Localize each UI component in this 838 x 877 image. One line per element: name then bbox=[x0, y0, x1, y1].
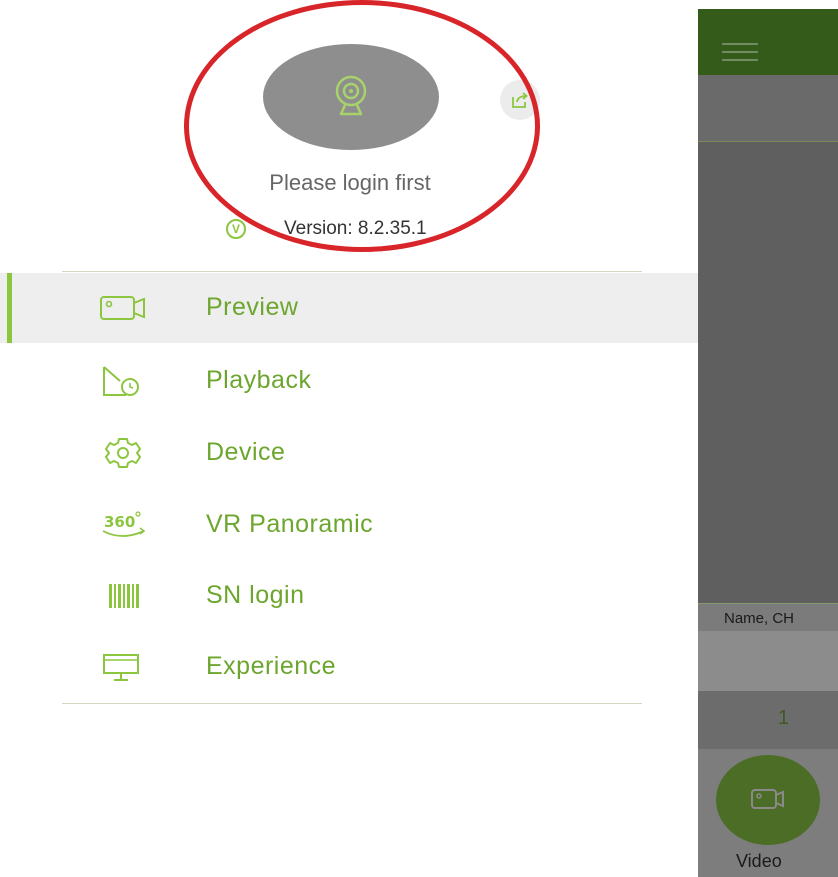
video-preview-area bbox=[698, 141, 838, 604]
share-icon bbox=[512, 92, 528, 108]
menu-item-playback[interactable]: Playback bbox=[0, 346, 698, 416]
version-label: Version: 8.2.35.1 bbox=[284, 218, 427, 239]
menu-label-sn-login: SN login bbox=[206, 581, 305, 609]
menu-label-playback: Playback bbox=[206, 366, 312, 394]
menu-item-device[interactable]: Device bbox=[0, 418, 698, 488]
menu-item-vr-panoramic[interactable]: 360 VR Panoramic bbox=[0, 490, 698, 560]
channel-tab-bar: Name, CH bbox=[698, 603, 838, 632]
menu-label-preview: Preview bbox=[206, 293, 299, 321]
hamburger-menu-icon[interactable] bbox=[722, 43, 758, 63]
camera-icon bbox=[751, 789, 784, 809]
gear-icon bbox=[105, 438, 141, 468]
header-divider bbox=[62, 271, 642, 272]
menu-label-device: Device bbox=[206, 438, 286, 466]
menu-label-vr-panoramic: VR Panoramic bbox=[206, 510, 374, 538]
page-number: 1 bbox=[778, 707, 790, 729]
version-icon: V bbox=[226, 219, 246, 239]
login-prompt[interactable]: Please login first bbox=[180, 170, 520, 196]
menu-label-experience: Experience bbox=[206, 652, 337, 680]
user-avatar[interactable] bbox=[263, 44, 439, 150]
sub-header bbox=[698, 75, 838, 141]
panorama-360-icon: 360 bbox=[102, 511, 146, 537]
playback-clock-icon bbox=[103, 366, 139, 396]
active-indicator bbox=[7, 273, 12, 343]
menu-item-sn-login[interactable]: SN login bbox=[0, 561, 698, 631]
webcam-icon bbox=[335, 75, 367, 116]
share-button[interactable] bbox=[500, 80, 540, 120]
page-indicator-row: 1 bbox=[698, 691, 838, 749]
menu-item-experience[interactable]: Experience bbox=[0, 632, 698, 702]
barcode-icon bbox=[109, 584, 139, 608]
channel-tab-label[interactable]: Name, CH bbox=[724, 610, 794, 627]
app-toolbar bbox=[698, 9, 838, 75]
camera-icon bbox=[100, 296, 145, 320]
monitor-icon bbox=[103, 654, 139, 681]
background-app: Name, CH 1 Video bbox=[698, 0, 838, 877]
version-row: V Version: 8.2.35.1 bbox=[226, 217, 427, 241]
menu-bottom-divider bbox=[62, 703, 642, 704]
controls-gap bbox=[698, 631, 838, 691]
svg-text:360: 360 bbox=[104, 513, 135, 531]
navigation-drawer: Please login first V Version: 8.2.35.1 P… bbox=[0, 0, 698, 877]
video-button[interactable] bbox=[716, 755, 820, 845]
video-button-label: Video bbox=[736, 851, 782, 871]
menu-item-preview[interactable]: Preview bbox=[0, 273, 698, 343]
bottom-bar: Video bbox=[698, 749, 838, 877]
